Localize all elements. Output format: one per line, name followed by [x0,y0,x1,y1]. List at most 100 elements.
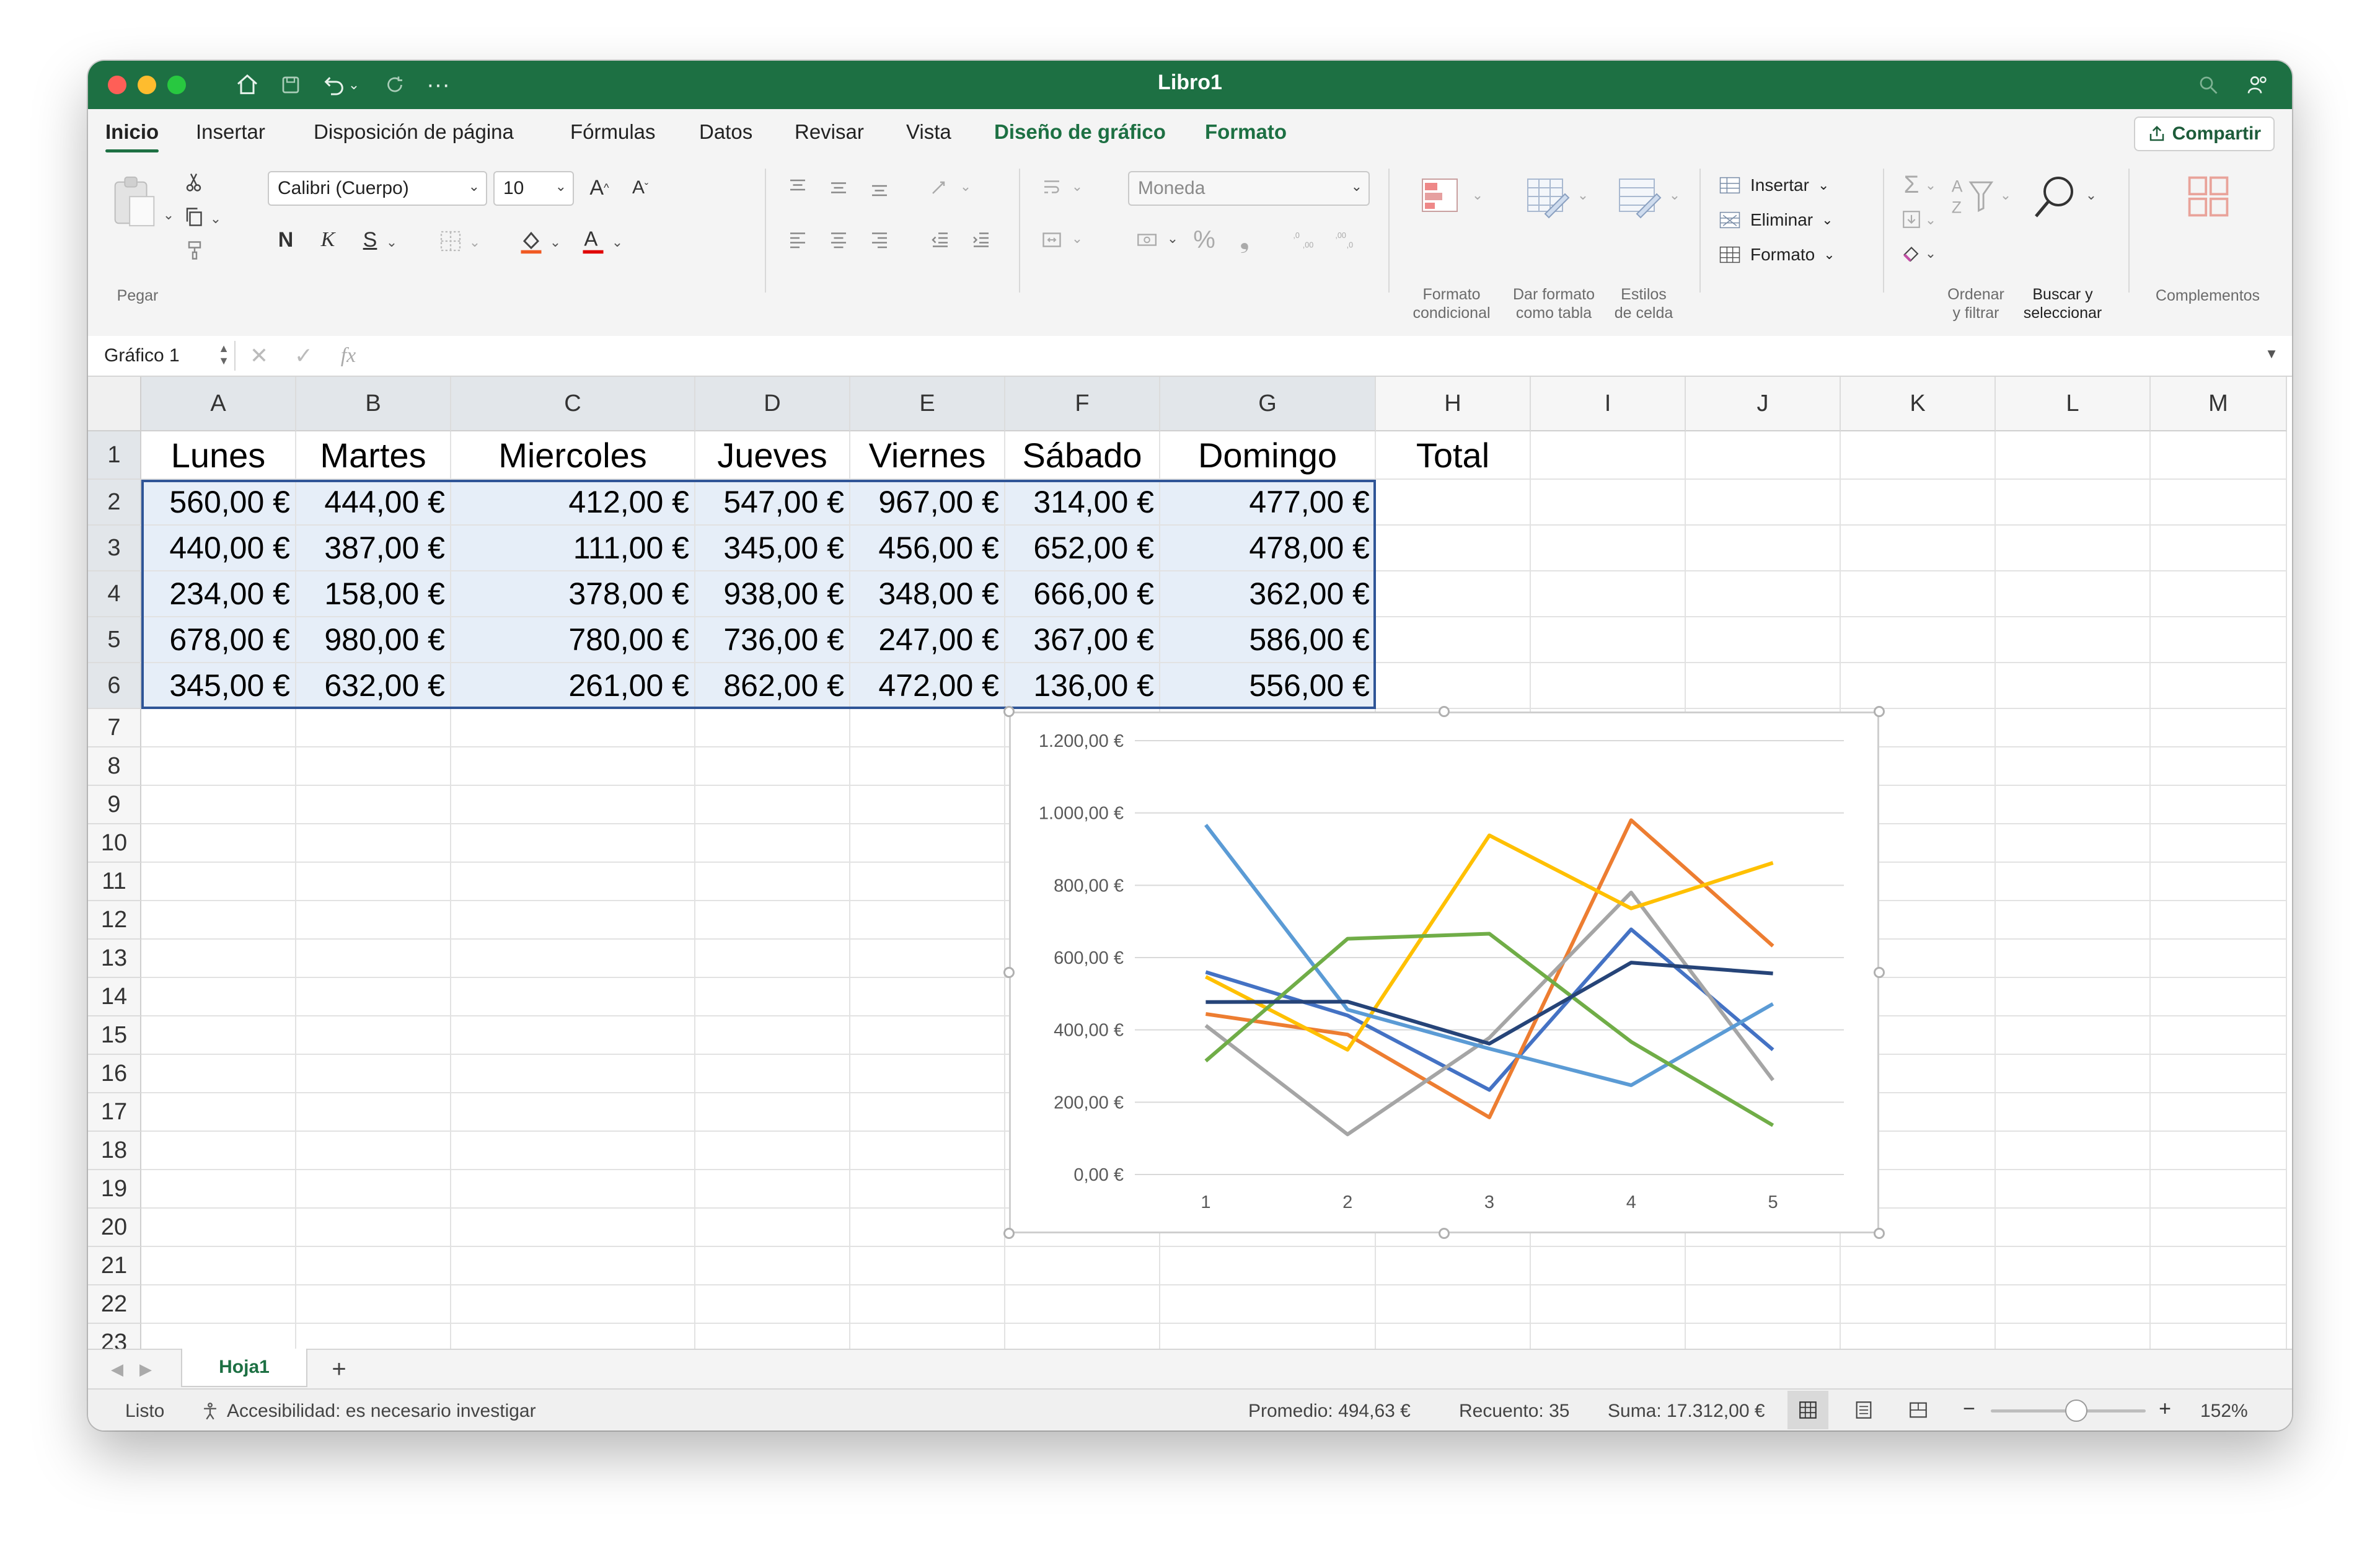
align-bottom-icon[interactable] [864,172,895,203]
grid-cell[interactable] [2151,571,2287,617]
grid-cell[interactable] [2151,978,2287,1016]
confirm-formula-icon[interactable]: ✓ [289,341,319,371]
fill-down-icon[interactable] [1898,206,1925,233]
grid-cell[interactable] [1686,571,1841,617]
comma-style-button[interactable]: ❟ [1232,224,1257,255]
grid-cell[interactable] [1996,663,2151,709]
align-top-icon[interactable] [782,172,813,203]
tab-revisar[interactable]: Revisar [795,120,864,144]
percent-button[interactable]: % [1189,224,1220,255]
grid-cell[interactable] [1531,663,1686,709]
grid-cell[interactable] [2151,663,2287,709]
grid-cell[interactable] [141,1170,296,1209]
underline-dropdown-icon[interactable]: ⌄ [384,233,399,252]
grid-cell[interactable] [1996,747,2151,786]
tab-formato[interactable]: Formato [1205,120,1287,144]
row-header[interactable]: 5 [88,617,141,663]
data-cell[interactable]: 472,00 € [850,663,1005,709]
grid-cell[interactable] [451,786,695,824]
grid-cell[interactable] [850,1055,1005,1093]
decrease-indent-icon[interactable] [925,224,956,255]
data-cell[interactable]: 477,00 € [1160,480,1376,526]
row-header[interactable]: 8 [88,747,141,786]
grid-cell[interactable] [2151,1055,2287,1093]
grid-cell[interactable] [141,824,296,863]
grid-cell[interactable] [2151,1016,2287,1055]
grid-cell[interactable] [1996,1093,2151,1132]
conditional-dropdown-icon[interactable]: ⌄ [1470,186,1485,205]
column-header[interactable]: H [1376,377,1531,431]
header-cell[interactable]: Viernes [850,431,1005,480]
decrease-decimal-icon[interactable]: ,00,0 [1330,224,1365,255]
grid-cell[interactable] [1376,480,1531,526]
grid-cell[interactable] [1841,1285,1996,1324]
share-people-icon[interactable] [2242,69,2273,100]
data-cell[interactable]: 478,00 € [1160,526,1376,571]
grid-cell[interactable] [1531,571,1686,617]
grid-cell[interactable] [850,940,1005,978]
accounting-dropdown-icon[interactable]: ⌄ [1165,229,1180,248]
increase-indent-icon[interactable] [966,224,997,255]
column-header[interactable]: F [1005,377,1160,431]
grid-cell[interactable] [2151,1247,2287,1285]
row-header[interactable]: 6 [88,663,141,709]
add-ins-icon[interactable] [2180,169,2236,224]
grid-cell[interactable] [296,747,451,786]
grid-cell[interactable] [451,1132,695,1170]
grid-cell[interactable] [1996,1016,2151,1055]
align-left-icon[interactable] [782,224,813,255]
grid-cell[interactable] [1686,1285,1841,1324]
grid-cell[interactable] [451,709,695,747]
grid-cell[interactable] [141,940,296,978]
grid-cell[interactable] [141,1055,296,1093]
grid-cell[interactable] [1841,617,1996,663]
zoom-out-button[interactable]: − [1959,1397,1980,1421]
grid-cell[interactable] [296,1016,451,1055]
find-dropdown-icon[interactable]: ⌄ [2084,186,2099,205]
grid-cell[interactable] [1841,431,1996,480]
normal-view-icon[interactable] [1787,1391,1828,1429]
resize-handle[interactable] [1874,1228,1885,1239]
format-as-table-icon[interactable] [1520,169,1576,224]
grid-cell[interactable] [451,940,695,978]
format-painter-icon[interactable] [181,237,208,264]
grid-cell[interactable] [850,1170,1005,1209]
grid-cell[interactable] [141,1016,296,1055]
data-cell[interactable]: 547,00 € [695,480,850,526]
clear-dropdown-icon[interactable]: ⌄ [1924,244,1937,263]
grid-cell[interactable] [2151,480,2287,526]
borders-dropdown-icon[interactable]: ⌄ [467,233,482,252]
row-header[interactable]: 21 [88,1247,141,1285]
grid-cell[interactable] [451,1016,695,1055]
row-header[interactable]: 19 [88,1170,141,1209]
series-line-3[interactable] [1204,891,1774,1137]
column-header[interactable]: M [2151,377,2287,431]
tab-formulas[interactable]: Fórmulas [570,120,656,144]
data-cell[interactable]: 967,00 € [850,480,1005,526]
header-cell[interactable]: Miercoles [451,431,695,480]
format-cells-button[interactable]: Formato ⌄ [1718,240,1873,269]
tab-datos[interactable]: Datos [699,120,752,144]
merge-center-icon[interactable] [1036,224,1067,255]
grid-cell[interactable] [1996,571,2151,617]
grid-cell[interactable] [1996,1247,2151,1285]
data-cell[interactable]: 652,00 € [1005,526,1160,571]
data-cell[interactable]: 136,00 € [1005,663,1160,709]
bold-button[interactable]: N [270,224,301,255]
grid-cell[interactable] [296,1093,451,1132]
row-header[interactable]: 1 [88,431,141,480]
grid-cell[interactable] [296,1285,451,1324]
autosum-icon[interactable]: Σ [1898,171,1925,198]
data-cell[interactable]: 780,00 € [451,617,695,663]
data-cell[interactable]: 387,00 € [296,526,451,571]
grid-cell[interactable] [1531,526,1686,571]
paste-icon[interactable] [107,169,162,237]
row-header[interactable]: 9 [88,786,141,824]
grid-cell[interactable] [1686,617,1841,663]
grid-cell[interactable] [1996,1170,2151,1209]
data-cell[interactable]: 367,00 € [1005,617,1160,663]
grid-cell[interactable] [850,747,1005,786]
data-cell[interactable]: 666,00 € [1005,571,1160,617]
row-header[interactable]: 13 [88,940,141,978]
data-cell[interactable]: 736,00 € [695,617,850,663]
